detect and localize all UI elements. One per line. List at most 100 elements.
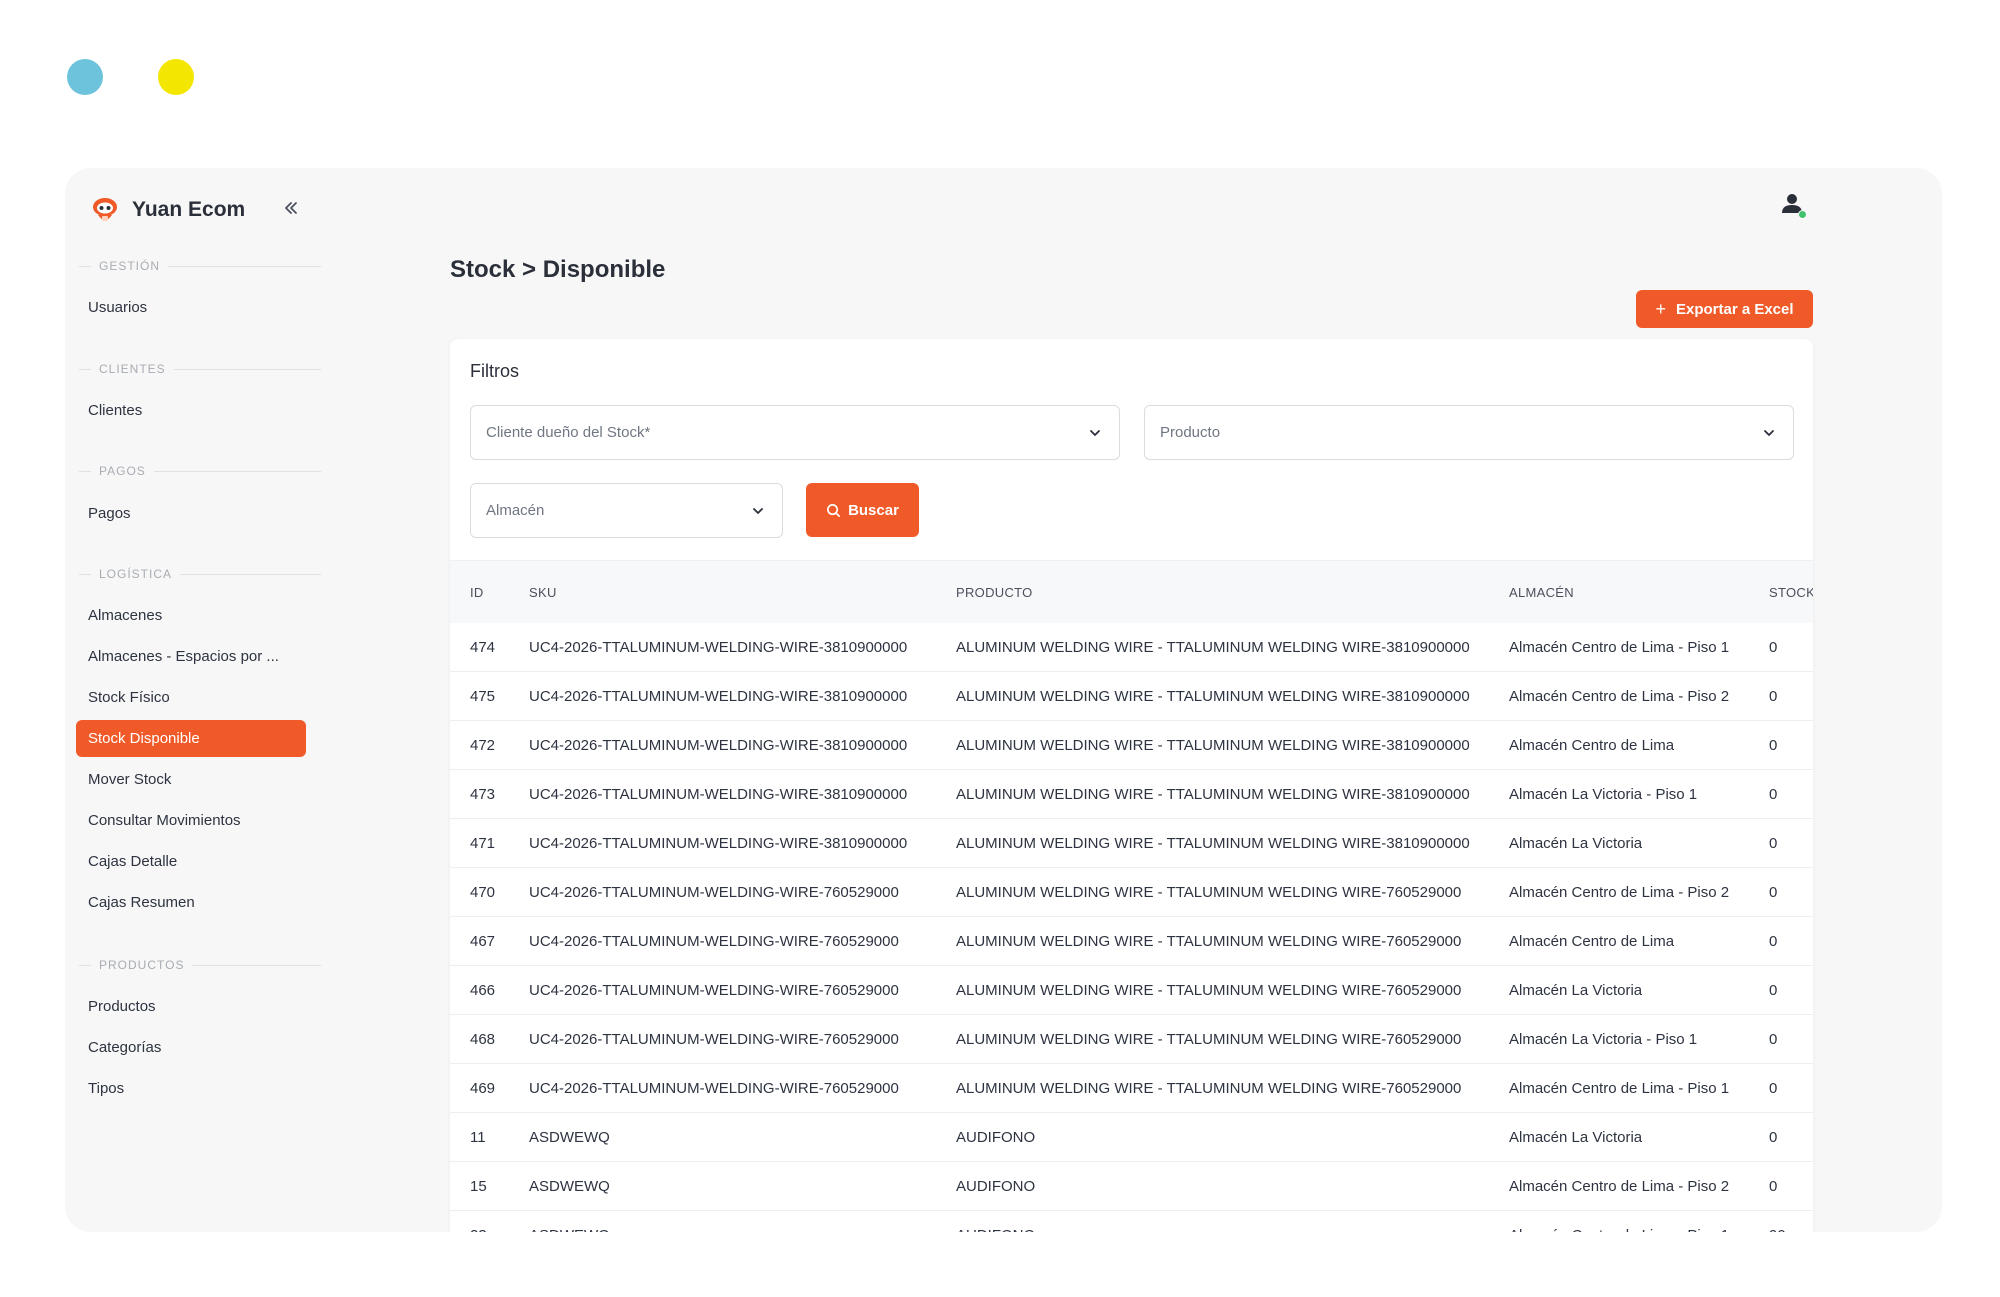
- cell-producto: AUDIFONO: [956, 1211, 1035, 1232]
- table-row[interactable]: 473 UC4-2026-TTALUMINUM-WELDING-WIRE-3810…: [450, 770, 1813, 819]
- cell-producto: ALUMINUM WELDING WIRE - TTALUMINUM WELDI…: [956, 1080, 1462, 1097]
- table-row[interactable]: 470 UC4-2026-TTALUMINUM-WELDING-WIRE-7605…: [450, 868, 1813, 917]
- sidebar-item-stock-disponible[interactable]: Stock Disponible: [76, 720, 306, 757]
- cell-producto: ALUMINUM WELDING WIRE - TTALUMINUM WELDI…: [956, 933, 1462, 950]
- stock-card: Filtros Cliente dueño del Stock* Product…: [450, 339, 1813, 1232]
- cell-sku: ASDWEWQ: [529, 1211, 610, 1232]
- sidebar-item-usuarios[interactable]: Usuarios: [76, 289, 306, 326]
- cell-id: 466: [470, 982, 496, 999]
- cell-id: 467: [470, 933, 496, 950]
- cell-producto: ALUMINUM WELDING WIRE - TTALUMINUM WELDI…: [956, 737, 1470, 754]
- cliente-select[interactable]: Cliente dueño del Stock*: [470, 405, 1120, 460]
- cell-sku: ASDWEWQ: [529, 1178, 610, 1195]
- app-window: Yuan Ecom GESTIÓN Usuarios CLIENTES Clie…: [65, 168, 1942, 1232]
- cell-producto: ALUMINUM WELDING WIRE - TTALUMINUM WELDI…: [956, 884, 1462, 901]
- sidebar-item-productos[interactable]: Productos: [76, 988, 306, 1025]
- sidebar-item-cajas-detalle[interactable]: Cajas Detalle: [76, 843, 306, 880]
- cell-stock: 0: [1769, 1031, 1778, 1048]
- cell-id: 474: [470, 639, 496, 656]
- chevron-down-icon: [1090, 430, 1100, 436]
- sidebar-item-almacenes[interactable]: Almacenes: [76, 597, 306, 634]
- sidebar-item-cajas-resumen[interactable]: Cajas Resumen: [76, 884, 306, 921]
- cell-sku: UC4-2026-TTALUMINUM-WELDING-WIRE-3810900…: [529, 688, 908, 705]
- search-button[interactable]: Buscar: [806, 483, 919, 537]
- table-row[interactable]: 472 UC4-2026-TTALUMINUM-WELDING-WIRE-3810…: [450, 721, 1813, 770]
- table-header: ID SKU PRODUCTO ALMACÉN STOCK: [450, 560, 1813, 623]
- user-avatar[interactable]: [1775, 188, 1809, 222]
- cell-stock: 0: [1769, 933, 1778, 950]
- cell-id: 15: [470, 1178, 487, 1195]
- cell-producto: ALUMINUM WELDING WIRE - TTALUMINUM WELDI…: [956, 835, 1470, 852]
- cell-almacen: Almacén Centro de Lima - Piso 2: [1509, 688, 1730, 705]
- cell-id: 11: [470, 1129, 486, 1146]
- almacen-select-placeholder: Almacén: [486, 502, 545, 519]
- decorative-dot-yellow: [158, 59, 194, 95]
- table-row[interactable]: 11 ASDWEWQ AUDIFONO Almacén La Victoria 0: [450, 1113, 1813, 1162]
- column-header-producto[interactable]: PRODUCTO: [956, 561, 1033, 624]
- cell-stock: 0: [1769, 688, 1778, 705]
- sidebar-item-mover-stock[interactable]: Mover Stock: [76, 761, 306, 798]
- cell-stock: 0: [1769, 1178, 1778, 1195]
- cell-sku: ASDWEWQ: [529, 1129, 610, 1146]
- table-row[interactable]: 471 UC4-2026-TTALUMINUM-WELDING-WIRE-3810…: [450, 819, 1813, 868]
- decorative-dot-blue: [67, 59, 103, 95]
- search-button-label: Buscar: [848, 501, 899, 519]
- brand: Yuan Ecom: [89, 190, 245, 230]
- sidebar-item-consultar-movimientos[interactable]: Consultar Movimientos: [76, 802, 306, 839]
- collapse-sidebar-button[interactable]: [278, 195, 304, 221]
- export-excel-button[interactable]: + Exportar a Excel: [1636, 290, 1813, 328]
- cell-producto: ALUMINUM WELDING WIRE - TTALUMINUM WELDI…: [956, 786, 1470, 803]
- column-header-id[interactable]: ID: [470, 561, 484, 624]
- cell-id: 470: [470, 884, 496, 901]
- column-header-sku[interactable]: SKU: [529, 561, 557, 624]
- cell-stock: 0: [1769, 737, 1778, 754]
- cell-id: 468: [470, 1031, 496, 1048]
- sidebar-item-stock-fisico[interactable]: Stock Físico: [76, 679, 306, 716]
- online-status-indicator: [1798, 210, 1807, 219]
- cell-almacen: Almacén La Victoria: [1509, 982, 1643, 999]
- page-title: Stock > Disponible: [450, 256, 666, 283]
- cell-stock: 0: [1769, 835, 1778, 852]
- cell-sku: UC4-2026-TTALUMINUM-WELDING-WIRE-7605290…: [529, 933, 899, 950]
- cell-stock: 0: [1769, 1129, 1778, 1146]
- table-row[interactable]: 15 ASDWEWQ AUDIFONO Almacén Centro de Lima …: [450, 1162, 1813, 1211]
- almacen-select[interactable]: Almacén: [470, 483, 783, 538]
- cell-id: 23: [470, 1211, 487, 1232]
- cell-stock: 0: [1769, 982, 1778, 999]
- cell-almacen: Almacén La Victoria - Piso 1: [1509, 786, 1698, 803]
- cliente-select-placeholder: Cliente dueño del Stock*: [486, 424, 651, 441]
- cell-almacen: Almacén Centro de Lima - Piso 2: [1509, 1178, 1730, 1195]
- cell-id: 471: [470, 835, 496, 852]
- sidebar-item-almacenes-espacios[interactable]: Almacenes - Espacios por ...: [76, 638, 306, 675]
- cell-producto: ALUMINUM WELDING WIRE - TTALUMINUM WELDI…: [956, 639, 1470, 656]
- brand-name: Yuan Ecom: [132, 198, 246, 221]
- cell-stock: 0: [1769, 884, 1778, 901]
- cell-sku: UC4-2026-TTALUMINUM-WELDING-WIRE-7605290…: [529, 1031, 899, 1048]
- cell-almacen: Almacén Centro de Lima - Piso 1: [1509, 639, 1730, 656]
- cell-almacen: Almacén Centro de Lima: [1509, 737, 1675, 754]
- sidebar-item-pagos[interactable]: Pagos: [76, 495, 306, 532]
- cell-almacen: Almacén Centro de Lima - Piso 2: [1509, 884, 1730, 901]
- export-excel-label: Exportar a Excel: [1675, 300, 1794, 318]
- cell-stock: 90: [1769, 1211, 1786, 1232]
- table-row[interactable]: 475 UC4-2026-TTALUMINUM-WELDING-WIRE-3810…: [450, 672, 1813, 721]
- column-header-almacen[interactable]: ALMACÉN: [1509, 561, 1574, 624]
- table-row[interactable]: 466 UC4-2026-TTALUMINUM-WELDING-WIRE-7605…: [450, 966, 1813, 1015]
- column-header-stock[interactable]: STOCK: [1769, 561, 1813, 624]
- cell-producto: ALUMINUM WELDING WIRE - TTALUMINUM WELDI…: [956, 688, 1470, 705]
- cell-id: 473: [470, 786, 496, 803]
- table-row[interactable]: 474 UC4-2026-TTALUMINUM-WELDING-WIRE-3810…: [450, 623, 1813, 672]
- table-row[interactable]: 467 UC4-2026-TTALUMINUM-WELDING-WIRE-7605…: [450, 917, 1813, 966]
- sidebar-item-clientes[interactable]: Clientes: [76, 392, 306, 429]
- cell-almacen: Almacén La Victoria: [1509, 1129, 1643, 1146]
- section-label-pagos: PAGOS: [79, 464, 321, 478]
- table-row[interactable]: 469 UC4-2026-TTALUMINUM-WELDING-WIRE-7605…: [450, 1064, 1813, 1113]
- producto-select[interactable]: Producto: [1144, 405, 1794, 460]
- sidebar-item-tipos[interactable]: Tipos: [76, 1070, 306, 1107]
- cell-id: 475: [470, 688, 496, 705]
- cell-sku: UC4-2026-TTALUMINUM-WELDING-WIRE-3810900…: [529, 639, 908, 656]
- table-row[interactable]: 23 ASDWEWQ AUDIFONO Almacén Centro de Lima …: [450, 1211, 1813, 1232]
- cell-id: 469: [470, 1080, 496, 1097]
- table-row[interactable]: 468 UC4-2026-TTALUMINUM-WELDING-WIRE-7605…: [450, 1015, 1813, 1064]
- sidebar-item-categorias[interactable]: Categorías: [76, 1029, 306, 1066]
